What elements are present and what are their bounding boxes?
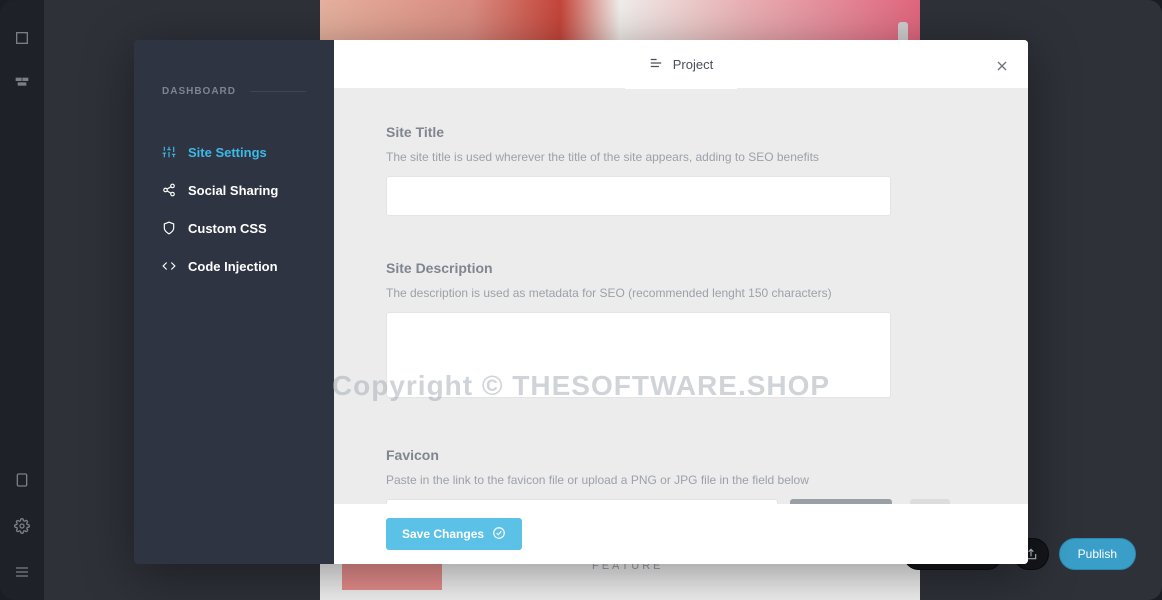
code-icon: [162, 259, 176, 273]
stream-icon: [649, 56, 663, 73]
modal-tabs: Project: [334, 40, 1028, 88]
field-site-description: Site Description The description is used…: [386, 260, 976, 403]
sidebar-heading: DASHBOARD: [162, 86, 334, 97]
close-icon[interactable]: [992, 56, 1012, 76]
site-description-input[interactable]: [386, 312, 891, 398]
field-label: Site Title: [386, 124, 976, 140]
modal-body[interactable]: Site Title The site title is used wherev…: [334, 88, 1028, 504]
menu-icon[interactable]: [12, 562, 32, 582]
canvas-hero-image: [320, 0, 920, 40]
modal-footer: Save Changes: [334, 504, 1028, 564]
tab-project[interactable]: Project: [625, 40, 737, 88]
modal-main: Project Site Title The site title is use…: [334, 40, 1028, 564]
modal-sidebar: DASHBOARD Site Settings Social Sharing: [134, 40, 334, 564]
sidebar-item-custom-css[interactable]: Custom CSS: [162, 209, 334, 247]
shield-icon: [162, 221, 176, 235]
canvas-block: [342, 560, 442, 590]
save-label: Save Changes: [402, 527, 484, 541]
sidebar-item-label: Site Settings: [188, 145, 267, 160]
sidebar-item-label: Social Sharing: [188, 183, 278, 198]
left-rail: [0, 0, 44, 600]
field-label: Site Description: [386, 260, 976, 276]
sidebar-item-social-sharing[interactable]: Social Sharing: [162, 171, 334, 209]
gear-icon[interactable]: [12, 516, 32, 536]
publish-label: Publish: [1078, 547, 1117, 561]
field-desc: Paste in the link to the favicon file or…: [386, 473, 976, 487]
field-desc: The site title is used wherever the titl…: [386, 150, 976, 164]
tab-label: Project: [673, 57, 713, 72]
sidebar-item-code-injection[interactable]: Code Injection: [162, 247, 334, 285]
components-icon[interactable]: [12, 74, 32, 94]
layers-icon[interactable]: [12, 28, 32, 48]
settings-modal: DASHBOARD Site Settings Social Sharing: [134, 40, 1028, 564]
field-desc: The description is used as metadata for …: [386, 286, 976, 300]
site-title-input[interactable]: [386, 176, 891, 216]
field-favicon: Favicon Paste in the link to the favicon…: [386, 447, 976, 504]
save-button[interactable]: Save Changes: [386, 518, 522, 550]
sidebar-item-site-settings[interactable]: Site Settings: [162, 133, 334, 171]
sidebar-item-label: Custom CSS: [188, 221, 267, 236]
tablet-icon[interactable]: [12, 470, 32, 490]
field-site-title: Site Title The site title is used wherev…: [386, 124, 976, 216]
sliders-icon: [162, 145, 176, 159]
sidebar-item-label: Code Injection: [188, 259, 278, 274]
publish-button[interactable]: Publish: [1059, 538, 1136, 570]
check-icon: [492, 526, 506, 543]
share-icon: [162, 183, 176, 197]
field-label: Favicon: [386, 447, 976, 463]
